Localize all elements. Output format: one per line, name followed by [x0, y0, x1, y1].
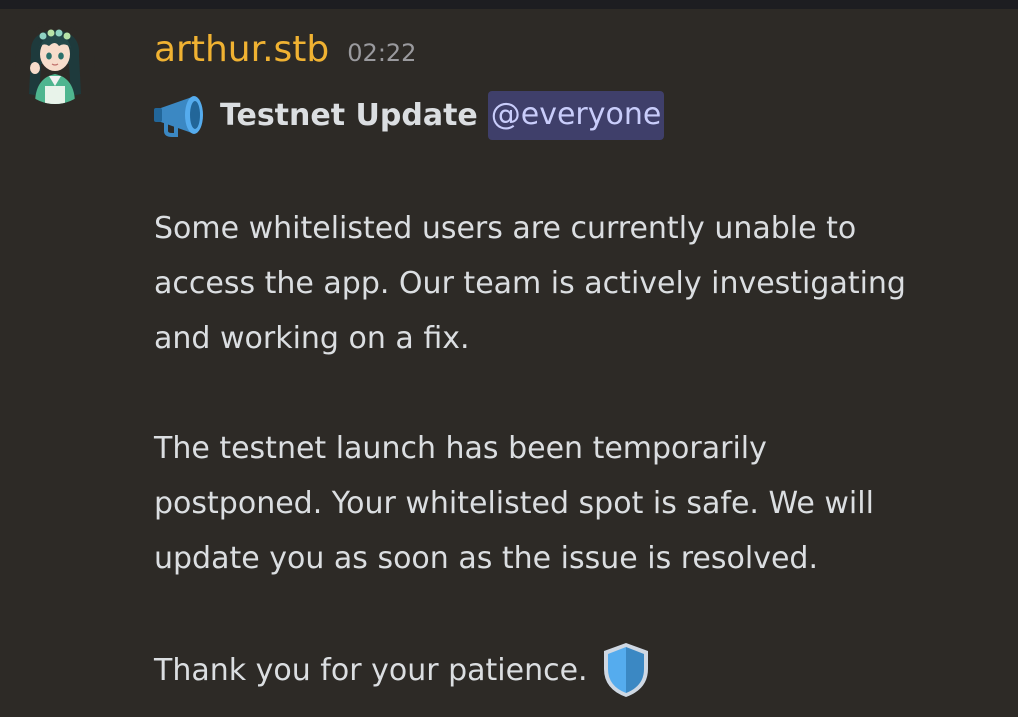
paragraph-line: access the app. Our team is actively inv…	[154, 266, 906, 301]
megaphone-icon	[152, 93, 212, 137]
avatar[interactable]	[15, 24, 95, 104]
top-bar	[0, 0, 1018, 9]
everyone-mention[interactable]: @everyone	[487, 90, 665, 140]
closing-text: Thank you for your patience.	[154, 652, 588, 688]
shield-icon	[600, 641, 652, 699]
message-header: arthur.stb 02:22	[154, 29, 416, 70]
paragraph-line: The testnet launch has been temporarily	[154, 431, 767, 466]
username[interactable]: arthur.stb	[154, 29, 329, 70]
message-paragraph-2: The testnet launch has been temporarily p…	[154, 421, 874, 586]
paragraph-line: update you as soon as the issue is resol…	[154, 541, 818, 576]
message-paragraph-1: Some whitelisted users are currently una…	[154, 201, 906, 366]
message-title: Testnet Update	[220, 97, 478, 133]
message-title-line: Testnet Update @everyone	[152, 85, 665, 145]
chat-message: arthur.stb 02:22 Testnet Update @everyone…	[0, 9, 1018, 707]
paragraph-line: Some whitelisted users are currently una…	[154, 211, 857, 246]
message-closing: Thank you for your patience.	[154, 641, 652, 699]
timestamp[interactable]: 02:22	[347, 39, 416, 67]
paragraph-line: postponed. Your whitelisted spot is safe…	[154, 486, 874, 521]
paragraph-line: and working on a fix.	[154, 321, 470, 356]
